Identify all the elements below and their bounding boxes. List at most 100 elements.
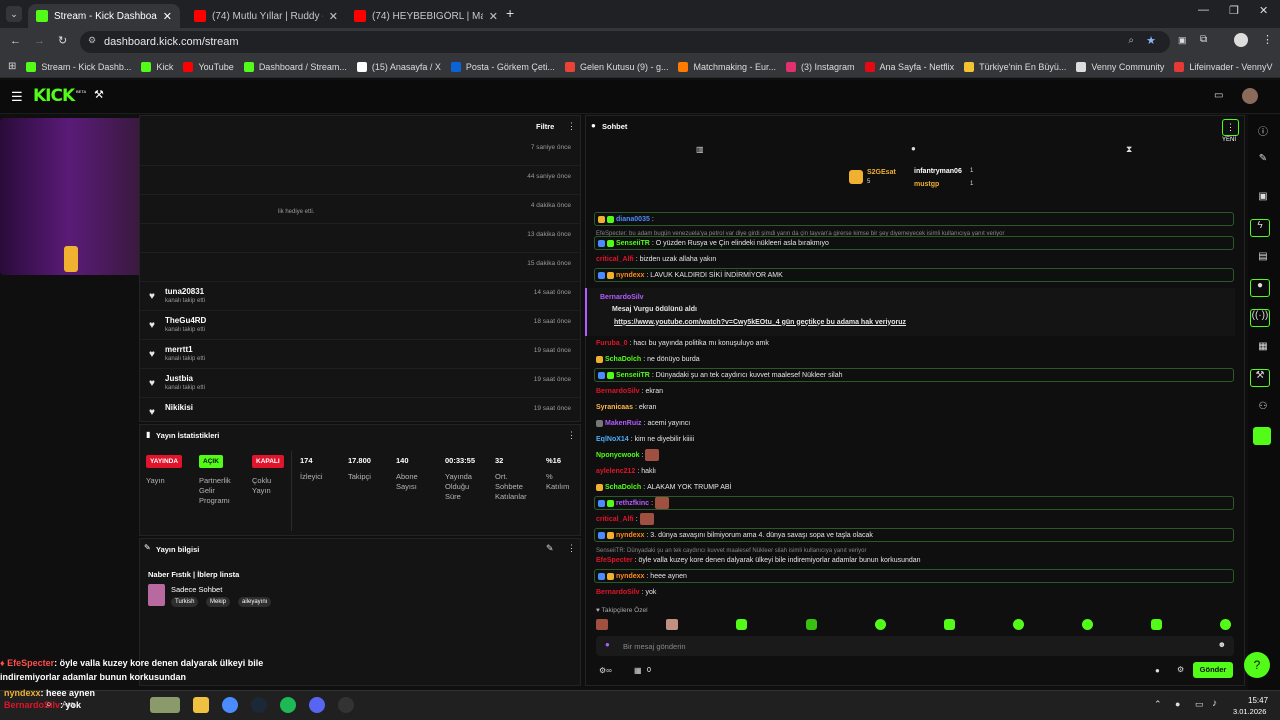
bookmark-item[interactable]: Dashboard / Stream... bbox=[243, 61, 347, 72]
activity-menu-icon[interactable]: ⋮ bbox=[567, 121, 576, 132]
search-icon[interactable]: ⌕ bbox=[46, 699, 52, 710]
tag-chip[interactable]: aileyayını bbox=[238, 597, 272, 607]
chrome-icon[interactable] bbox=[222, 697, 238, 713]
chat-options-icon[interactable]: ● bbox=[1155, 666, 1160, 675]
grid-icon[interactable]: ▦ bbox=[1250, 341, 1276, 357]
menu-icon[interactable]: ⋮ bbox=[1262, 33, 1273, 46]
bookmark-item[interactable]: Ana Sayfa - Netflix bbox=[864, 61, 954, 72]
tray-chevron-icon[interactable]: ⌃ bbox=[1154, 699, 1162, 710]
emote-icon[interactable] bbox=[736, 619, 747, 630]
creator-icon[interactable]: ▭ bbox=[1214, 90, 1223, 101]
bookmark-item[interactable]: Matchmaking - Eur... bbox=[678, 61, 776, 72]
chat-bubble-icon: ● bbox=[591, 121, 596, 130]
command-icon[interactable]: ⚙∞ bbox=[599, 666, 612, 675]
close-icon[interactable]: ✕ bbox=[329, 10, 338, 23]
bookmark-item[interactable]: Lifeinvader - VennyV bbox=[1174, 61, 1272, 72]
tab-kick-dashboard[interactable]: Stream - Kick Dashboard ✕ bbox=[28, 4, 180, 28]
tab-search-button[interactable]: ⌄ bbox=[6, 6, 22, 22]
folder-icon[interactable] bbox=[193, 697, 209, 713]
app-icon[interactable] bbox=[1253, 427, 1271, 445]
camera-icon[interactable]: ▣ bbox=[1250, 191, 1276, 207]
emote-icon[interactable] bbox=[875, 619, 886, 630]
info-icon[interactable]: ⓘ bbox=[1250, 123, 1276, 139]
tag-chip[interactable]: Mekip bbox=[206, 597, 231, 607]
stats-menu-icon[interactable]: ⋮ bbox=[567, 430, 576, 441]
window-close-icon[interactable]: ✕ bbox=[1259, 4, 1268, 17]
emote-icon[interactable] bbox=[944, 619, 955, 630]
bookmark-star-icon[interactable]: ★ bbox=[1146, 34, 1156, 47]
chat-icon[interactable]: ● bbox=[911, 144, 916, 153]
bookmark-item[interactable]: Kick bbox=[141, 61, 173, 72]
network-icon[interactable]: ▭ bbox=[1195, 699, 1204, 710]
emote-icon[interactable] bbox=[806, 619, 817, 630]
chat-side-icon[interactable]: ● bbox=[1250, 279, 1270, 297]
hammer-icon[interactable]: ⚒ bbox=[94, 88, 104, 101]
new-tab-button[interactable]: + bbox=[506, 5, 514, 21]
bookmark-item[interactable]: Stream - Kick Dashb... bbox=[26, 61, 131, 72]
top-gifter-name: mustgp bbox=[914, 181, 940, 188]
emote-icon[interactable] bbox=[1151, 619, 1162, 630]
minimize-icon[interactable]: — bbox=[1198, 4, 1209, 16]
back-icon[interactable]: ← bbox=[10, 35, 21, 47]
users-icon[interactable]: ⚇ bbox=[1250, 401, 1276, 417]
user-avatar[interactable] bbox=[1242, 88, 1258, 104]
info-menu-icon[interactable]: ⋮ bbox=[567, 543, 576, 554]
stats-divider bbox=[291, 451, 292, 531]
volume-icon[interactable]: ♪ bbox=[1212, 698, 1217, 709]
chat-message: Furuba_0: hacı bu yayında politika mı ko… bbox=[596, 339, 769, 347]
kick-logo[interactable]: KICK bbox=[33, 86, 75, 106]
chat-input-box[interactable]: ● Bir mesaj gönderin ☻ bbox=[596, 636, 1234, 656]
pen-icon[interactable]: ✎ bbox=[1250, 153, 1276, 169]
edit-icon[interactable]: ✎ bbox=[546, 543, 554, 554]
taskbar-search[interactable]: Ara bbox=[62, 700, 74, 709]
bookmark-item[interactable]: Türkiye'nin En Büyü... bbox=[964, 61, 1066, 72]
emote-icon[interactable] bbox=[596, 619, 608, 630]
emote-icon[interactable] bbox=[1013, 619, 1024, 630]
steam-icon[interactable] bbox=[251, 697, 267, 713]
spotify-icon[interactable] bbox=[280, 697, 296, 713]
help-button[interactable]: ? bbox=[1244, 652, 1270, 678]
weather-widget-icon[interactable] bbox=[150, 697, 180, 713]
url-field[interactable]: ⚙ dashboard.kick.com/stream ⌕ ★ bbox=[80, 31, 1170, 53]
emoji-icon[interactable]: ☻ bbox=[1218, 640, 1226, 649]
emote-icon[interactable] bbox=[666, 619, 678, 630]
extension-icon[interactable]: ▣ bbox=[1178, 35, 1187, 46]
bookmark-item[interactable]: Gelen Kutusu (9) - g... bbox=[564, 61, 668, 72]
forward-icon[interactable]: → bbox=[34, 35, 45, 47]
tag-chip[interactable]: Turkish bbox=[171, 597, 199, 607]
wrench-side-icon[interactable]: ⚒ bbox=[1250, 369, 1270, 387]
bookmark-item[interactable]: Venny Community bbox=[1076, 61, 1164, 72]
tab-youtube-1[interactable]: (74) Mutlu Yıllar | Ruddy - YouT ✕ bbox=[186, 4, 346, 28]
reload-icon[interactable]: ↻ bbox=[58, 34, 67, 47]
maximize-icon[interactable]: ❐ bbox=[1229, 4, 1239, 17]
emote-icon[interactable] bbox=[1220, 619, 1231, 630]
tab-youtube-2[interactable]: (74) HEYBEBİGÖRL | Madara Oł ✕ bbox=[346, 4, 506, 28]
discord-icon[interactable] bbox=[309, 697, 325, 713]
close-icon[interactable]: ✕ bbox=[489, 10, 498, 23]
bookmark-item[interactable]: YouTube bbox=[183, 61, 234, 72]
mic-tray-icon[interactable]: ● bbox=[1175, 699, 1180, 709]
close-icon[interactable]: ✕ bbox=[163, 10, 172, 23]
chat-settings-icon[interactable]: ⚙ bbox=[1177, 665, 1184, 674]
bolt-icon[interactable]: ϟ bbox=[1250, 219, 1270, 237]
trash-icon[interactable]: ▥ bbox=[696, 145, 704, 154]
chat-input[interactable]: Bir mesaj gönderin bbox=[623, 642, 686, 651]
hourglass-icon[interactable]: ⧗ bbox=[1126, 144, 1132, 155]
apps-icon[interactable]: ⊞ bbox=[8, 61, 16, 72]
mic-icon[interactable]: ● bbox=[605, 640, 610, 649]
doc-icon[interactable]: ▤ bbox=[1250, 251, 1276, 267]
bookmark-item[interactable]: Posta - Görkem Çeti... bbox=[450, 61, 555, 72]
obs-icon[interactable] bbox=[338, 697, 354, 713]
zoom-icon[interactable]: ⌕ bbox=[1128, 35, 1134, 46]
bookmark-item[interactable]: (3) Instagram bbox=[786, 61, 855, 72]
broadcast-icon[interactable]: ((·)) bbox=[1250, 309, 1270, 327]
bookmark-item[interactable]: (15) Anasayfa / X bbox=[356, 61, 441, 72]
profile-avatar[interactable] bbox=[1234, 33, 1248, 47]
site-info-icon[interactable]: ⚙ bbox=[88, 35, 96, 46]
filter-button[interactable]: Filtre bbox=[536, 122, 554, 131]
emote-icon[interactable] bbox=[1082, 619, 1093, 630]
new-chat-button[interactable]: ⋮ bbox=[1222, 119, 1239, 136]
extensions-puzzle-icon[interactable]: ⧉ bbox=[1200, 34, 1207, 45]
send-button[interactable]: Gönder bbox=[1193, 662, 1233, 678]
hamburger-icon[interactable]: ☰ bbox=[11, 89, 23, 105]
